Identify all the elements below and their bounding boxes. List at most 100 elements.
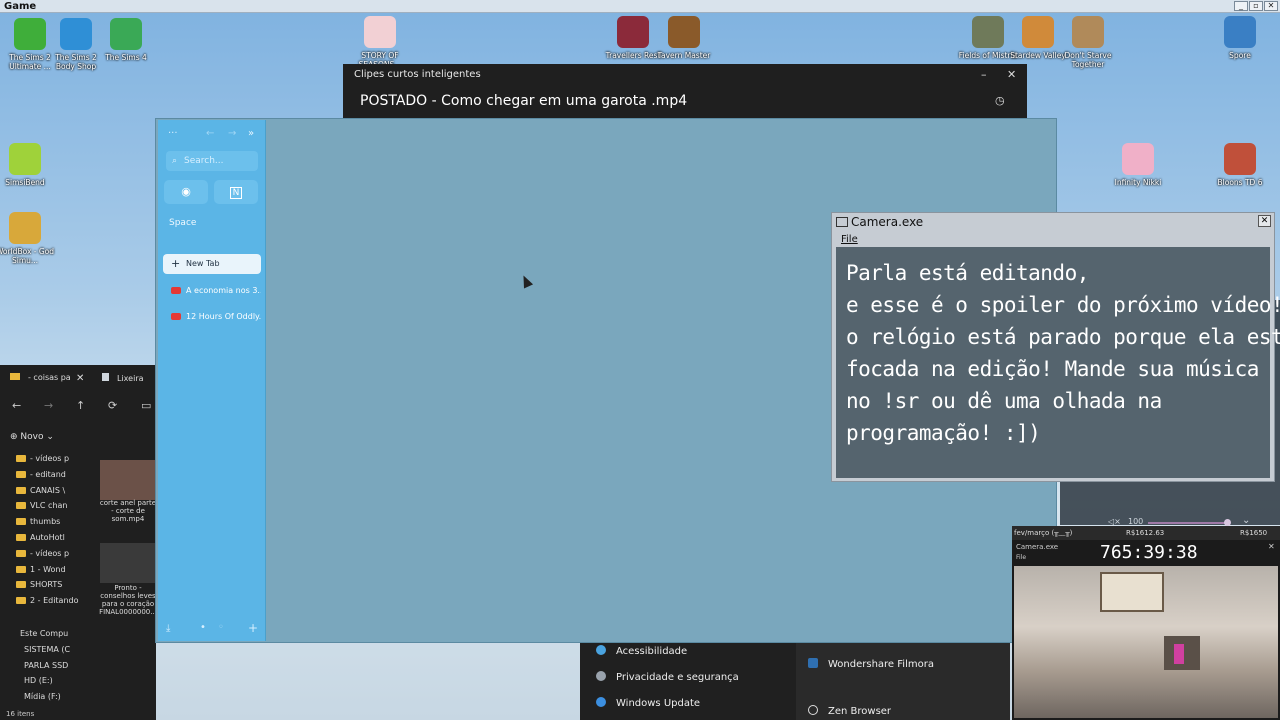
clips-minimize-button[interactable]: – — [981, 68, 987, 81]
history-icon[interactable]: ◷ — [995, 94, 1005, 107]
app-icon — [972, 16, 1004, 48]
folder-item[interactable]: AutoHotl — [16, 533, 65, 542]
folder-item[interactable]: - editand — [16, 470, 66, 479]
stream-close-icon[interactable]: ✕ — [1268, 542, 1275, 551]
back-icon[interactable]: ← — [206, 128, 214, 139]
folder-item[interactable]: - vídeos p — [16, 454, 69, 463]
search-input[interactable]: ⌕ Search... — [166, 151, 258, 171]
collapse-icon[interactable]: » — [248, 128, 254, 139]
message-line: o relógio está parado porque ela está — [846, 325, 1280, 349]
drive-item[interactable]: Mídia (F:) — [24, 692, 61, 701]
drive-item[interactable]: Este Compu — [20, 629, 68, 638]
tab-item[interactable]: A economia nos 3... — [163, 281, 261, 301]
app-icon — [617, 16, 649, 48]
folder-item[interactable]: 1 - Wond — [16, 565, 66, 574]
camera-message: Parla está editando, e esse é o spoiler … — [836, 247, 1280, 478]
folder-item[interactable]: thumbs — [16, 517, 60, 526]
tab-item[interactable]: 12 Hours Of Oddly... — [163, 307, 261, 327]
file-explorer: - coisas pa ✕ Lixeira ← → ↑ ⟳ ▭ ⊕ Novo ⌄… — [0, 365, 158, 720]
volume-slider[interactable] — [1148, 522, 1228, 524]
accessibility-icon — [596, 645, 606, 655]
desktop-icon[interactable]: Spore — [1210, 16, 1270, 60]
file-name[interactable]: Pronto - conselhos leves para o coração … — [98, 584, 158, 616]
stream-camera-menu[interactable]: File — [1016, 554, 1026, 561]
volume-slider-handle[interactable] — [1224, 519, 1231, 526]
explorer-tab-close-icon[interactable]: ✕ — [76, 373, 84, 384]
maximize-button[interactable]: ▫ — [1249, 1, 1263, 11]
app-icon — [1072, 16, 1104, 48]
notion-button[interactable]: N — [214, 180, 258, 204]
drive-item[interactable]: SISTEMA (C — [24, 645, 70, 654]
add-space-icon[interactable]: + — [248, 621, 258, 635]
video-thumbnail[interactable] — [100, 460, 156, 500]
close-button[interactable]: ✕ — [1264, 1, 1278, 11]
new-button[interactable]: ⊕ Novo ⌄ — [10, 432, 54, 442]
space-dot-icon[interactable]: • — [200, 622, 206, 633]
camera-close-button[interactable]: ✕ — [1258, 215, 1271, 227]
space-dot-icon[interactable]: ◦ — [218, 622, 224, 633]
folder-item[interactable]: - vídeos p — [16, 549, 69, 558]
sidebar-menu-icon[interactable]: ··· — [168, 128, 178, 139]
file-name[interactable]: corte anel parte - corte de som.mp4 — [98, 499, 158, 523]
privacy-item[interactable]: Privacidade e segurança — [596, 671, 739, 683]
desktop-icon[interactable]: SimsiBend — [0, 143, 55, 187]
message-line: no !sr ou dê uma olhada na — [846, 389, 1162, 413]
folder-item[interactable]: 2 - Editando — [16, 596, 79, 605]
refresh-icon[interactable]: ⟳ — [108, 399, 117, 412]
file-menu[interactable]: File — [841, 234, 858, 245]
settings-panel: Acessibilidade Privacidade e segurança W… — [580, 640, 1010, 720]
clip-title: POSTADO - Como chegar em uma garota .mp4 — [360, 93, 688, 109]
clips-app-title: Clipes curtos inteligentes — [354, 69, 481, 80]
app-icon — [14, 18, 46, 50]
folder-item[interactable]: VLC chan — [16, 501, 68, 510]
desktop-icon[interactable]: WorldBox - God Simu... — [0, 212, 55, 265]
message-line: focada na edição! Mande sua música — [846, 357, 1259, 381]
github-button[interactable]: ◉ — [164, 180, 208, 204]
view-icon[interactable]: ▭ — [141, 399, 151, 412]
window-in-room — [1100, 572, 1164, 612]
app-icon — [668, 16, 700, 48]
explorer-tab-trash[interactable]: Lixeira — [102, 373, 144, 383]
desktop-icon[interactable]: STORY OF SEASONS... — [350, 16, 410, 69]
folder-item[interactable]: SHORTS — [16, 580, 62, 589]
forward-icon[interactable]: → — [44, 399, 53, 412]
zen-browser-item[interactable]: Zen Browser — [808, 705, 891, 717]
clips-close-button[interactable]: ✕ — [1007, 68, 1016, 81]
youtube-icon — [171, 313, 181, 320]
windows-update-item[interactable]: Windows Update — [596, 697, 700, 709]
desktop-icon[interactable]: Bloons TD 6 — [1210, 143, 1270, 187]
mute-icon[interactable]: ◁× — [1108, 517, 1121, 526]
desktop-icon-label: Infinity Nikki — [1114, 178, 1162, 187]
volume-value: 100 — [1128, 517, 1144, 526]
filmora-item[interactable]: Wondershare Filmora — [808, 658, 934, 670]
notion-icon: N — [229, 187, 243, 199]
explorer-tab-folder[interactable]: - coisas pa — [10, 373, 71, 382]
chevron-down-icon[interactable]: ⌄ — [1242, 515, 1250, 526]
accessibility-item[interactable]: Acessibilidade — [596, 645, 687, 657]
minimize-button[interactable]: _ — [1234, 1, 1248, 11]
back-icon[interactable]: ← — [12, 399, 21, 412]
up-icon[interactable]: ↑ — [76, 399, 85, 412]
video-thumbnail[interactable] — [100, 543, 156, 583]
message-line: programação! :]) — [846, 421, 1041, 445]
goal-target: R$1650 — [1240, 529, 1268, 537]
desktop-icon[interactable]: The Sims 4 — [96, 18, 156, 62]
drive-item[interactable]: PARLA SSD — [24, 661, 68, 670]
desktop-icon-label: Bloons TD 6 — [1217, 178, 1263, 187]
new-tab-button[interactable]: + New Tab — [163, 254, 261, 274]
desktop-icon[interactable]: Don't Starve Together — [1058, 16, 1118, 69]
desktop-icon-label: Tavern Master — [657, 51, 711, 60]
forward-icon[interactable]: → — [228, 128, 236, 139]
camera-title: Camera.exe — [836, 215, 923, 229]
clips-window: Clipes curtos inteligentes POSTADO - Com… — [343, 64, 1027, 118]
folder-item[interactable]: CANAIS \ — [16, 486, 65, 495]
camera-icon — [836, 217, 848, 227]
desktop-icon[interactable]: Infinity Nikki — [1108, 143, 1168, 187]
desktop-icon[interactable]: Tavern Master — [654, 16, 714, 60]
zen-icon — [808, 705, 818, 715]
light-in-room — [1174, 644, 1184, 664]
drive-item[interactable]: HD (E:) — [24, 676, 53, 685]
search-icon: ⌕ — [172, 156, 178, 166]
download-icon[interactable]: ⤓ — [166, 623, 170, 634]
message-line: e esse é o spoiler do próximo vídeo! — [846, 293, 1280, 317]
